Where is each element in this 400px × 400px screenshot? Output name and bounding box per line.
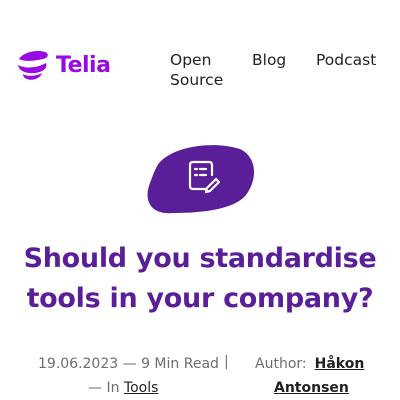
meta-dash: — bbox=[122, 356, 142, 372]
author-block: Author: Håkon Antonsen bbox=[255, 352, 385, 400]
nav-open-source[interactable]: Open Source bbox=[170, 50, 240, 90]
logo-wordmark: Telia bbox=[56, 52, 111, 78]
nav-podcast[interactable]: Podcast bbox=[316, 50, 376, 70]
author-label: Author: bbox=[255, 356, 307, 372]
article-title: Should you standardise tools in your com… bbox=[23, 243, 377, 314]
nav-open-source-line2: Source bbox=[170, 71, 224, 89]
in-label: In bbox=[106, 380, 120, 396]
category-link-tools[interactable]: Tools bbox=[124, 380, 159, 396]
meta-dash-2: — bbox=[88, 380, 107, 396]
meta-separator: | bbox=[224, 354, 229, 370]
read-time: 9 Min Read bbox=[141, 356, 219, 372]
document-edit-icon bbox=[145, 143, 255, 218]
author-line2: Antonsen bbox=[255, 376, 385, 400]
category-line: — In Tools bbox=[38, 376, 238, 400]
author-link-first[interactable]: Håkon bbox=[315, 356, 365, 372]
nav-open-source-line1: Open bbox=[170, 51, 212, 69]
page: Telia Open Source Blog Podcast Should yo… bbox=[0, 0, 400, 400]
author-link-last[interactable]: Antonsen bbox=[274, 380, 349, 396]
telia-logo-icon bbox=[16, 48, 50, 82]
article-date: 19.06.2023 bbox=[38, 356, 119, 372]
telia-logo-link[interactable]: Telia bbox=[16, 48, 111, 82]
nav-blog[interactable]: Blog bbox=[252, 50, 286, 70]
article-meta: 19.06.2023 — 9 Min Read — In Tools bbox=[38, 352, 238, 400]
